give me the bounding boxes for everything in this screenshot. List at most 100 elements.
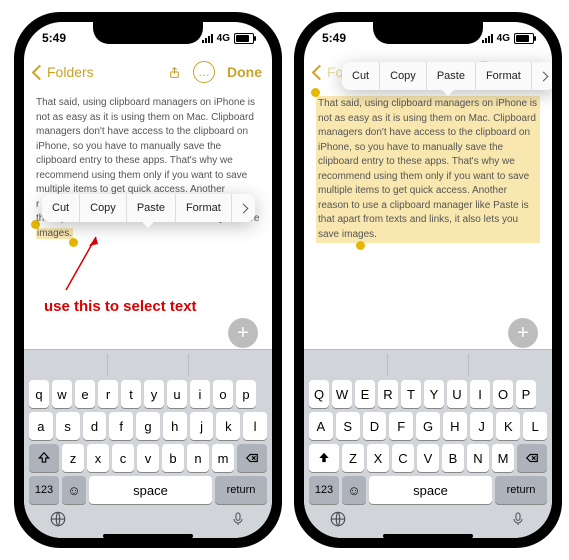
- numbers-key[interactable]: 123: [29, 476, 59, 504]
- globe-icon[interactable]: [327, 508, 349, 530]
- space-key[interactable]: space: [369, 476, 492, 504]
- key-d[interactable]: d: [83, 412, 107, 440]
- return-key[interactable]: return: [215, 476, 267, 504]
- key-f[interactable]: f: [109, 412, 133, 440]
- text-selection[interactable]: That said, using clipboard managers on i…: [316, 96, 540, 243]
- share-button[interactable]: [168, 66, 181, 79]
- status-net: 4G: [217, 33, 230, 44]
- emoji-key[interactable]: ☺: [342, 476, 366, 504]
- menu-cut[interactable]: Cut: [42, 194, 80, 222]
- key-k[interactable]: k: [216, 412, 240, 440]
- key-e[interactable]: e: [75, 380, 95, 408]
- space-key[interactable]: space: [89, 476, 212, 504]
- key-o[interactable]: O: [493, 380, 513, 408]
- menu-copy[interactable]: Copy: [380, 62, 427, 90]
- key-r[interactable]: R: [378, 380, 398, 408]
- numbers-key[interactable]: 123: [309, 476, 339, 504]
- selection-handle-start[interactable]: [31, 220, 40, 229]
- menu-paste[interactable]: Paste: [427, 62, 476, 90]
- key-b[interactable]: b: [162, 444, 184, 472]
- menu-more[interactable]: [232, 194, 255, 222]
- emoji-key[interactable]: ☺: [62, 476, 86, 504]
- key-w[interactable]: w: [52, 380, 72, 408]
- key-s[interactable]: s: [56, 412, 80, 440]
- key-i[interactable]: i: [190, 380, 210, 408]
- menu-copy[interactable]: Copy: [80, 194, 127, 222]
- key-r[interactable]: r: [98, 380, 118, 408]
- key-h[interactable]: h: [163, 412, 187, 440]
- done-button[interactable]: Done: [227, 64, 262, 80]
- key-row-4: 123 ☺ space return: [307, 476, 549, 504]
- selection-handle-end[interactable]: [356, 241, 365, 250]
- key-a[interactable]: A: [309, 412, 333, 440]
- selection-handle-start[interactable]: [311, 88, 320, 97]
- key-f[interactable]: F: [389, 412, 413, 440]
- key-m[interactable]: M: [492, 444, 514, 472]
- screen-right: 5:49 4G Folders … Done Cut: [304, 22, 552, 538]
- key-j[interactable]: j: [190, 412, 214, 440]
- menu-more[interactable]: [532, 62, 552, 90]
- key-s[interactable]: S: [336, 412, 360, 440]
- menu-cut[interactable]: Cut: [342, 62, 380, 90]
- key-z[interactable]: Z: [342, 444, 364, 472]
- shift-key[interactable]: [29, 444, 59, 472]
- key-x[interactable]: X: [367, 444, 389, 472]
- key-x[interactable]: x: [87, 444, 109, 472]
- menu-format[interactable]: Format: [176, 194, 232, 222]
- key-w[interactable]: W: [332, 380, 352, 408]
- more-button[interactable]: …: [193, 61, 215, 83]
- key-q[interactable]: Q: [309, 380, 329, 408]
- backspace-key[interactable]: [517, 444, 547, 472]
- menu-paste[interactable]: Paste: [127, 194, 176, 222]
- backspace-key[interactable]: [237, 444, 267, 472]
- key-v[interactable]: V: [417, 444, 439, 472]
- key-z[interactable]: z: [62, 444, 84, 472]
- key-l[interactable]: l: [243, 412, 267, 440]
- key-d[interactable]: D: [363, 412, 387, 440]
- signal-icon: [202, 34, 213, 43]
- key-h[interactable]: H: [443, 412, 467, 440]
- key-q[interactable]: q: [29, 380, 49, 408]
- chevron-left-icon: [32, 64, 48, 80]
- key-i[interactable]: I: [470, 380, 490, 408]
- key-y[interactable]: y: [144, 380, 164, 408]
- key-e[interactable]: E: [355, 380, 375, 408]
- notch: [93, 22, 203, 44]
- key-n[interactable]: n: [187, 444, 209, 472]
- key-j[interactable]: J: [470, 412, 494, 440]
- shift-key-active[interactable]: [309, 444, 339, 472]
- note-body[interactable]: That said, using clipboard managers on i…: [316, 96, 540, 243]
- key-p[interactable]: p: [236, 380, 256, 408]
- back-button[interactable]: Folders: [34, 64, 94, 80]
- suggestion-bar[interactable]: [307, 354, 549, 376]
- key-c[interactable]: C: [392, 444, 414, 472]
- add-button[interactable]: +: [228, 318, 258, 348]
- key-k[interactable]: K: [496, 412, 520, 440]
- key-t[interactable]: T: [401, 380, 421, 408]
- globe-icon[interactable]: [47, 508, 69, 530]
- key-o[interactable]: o: [213, 380, 233, 408]
- key-b[interactable]: B: [442, 444, 464, 472]
- keyboard: Q W E R T Y U I O P A S D F G H: [304, 349, 552, 538]
- key-g[interactable]: G: [416, 412, 440, 440]
- key-c[interactable]: c: [112, 444, 134, 472]
- add-button[interactable]: +: [508, 318, 538, 348]
- key-l[interactable]: L: [523, 412, 547, 440]
- key-t[interactable]: t: [121, 380, 141, 408]
- key-a[interactable]: a: [29, 412, 53, 440]
- return-key[interactable]: return: [495, 476, 547, 504]
- suggestion-bar[interactable]: [27, 354, 269, 376]
- key-y[interactable]: Y: [424, 380, 444, 408]
- key-u[interactable]: U: [447, 380, 467, 408]
- home-indicator[interactable]: [383, 534, 473, 538]
- key-u[interactable]: u: [167, 380, 187, 408]
- key-p[interactable]: P: [516, 380, 536, 408]
- key-n[interactable]: N: [467, 444, 489, 472]
- mic-icon[interactable]: [507, 508, 529, 530]
- key-m[interactable]: m: [212, 444, 234, 472]
- key-v[interactable]: v: [137, 444, 159, 472]
- home-indicator[interactable]: [103, 534, 193, 538]
- key-g[interactable]: g: [136, 412, 160, 440]
- mic-icon[interactable]: [227, 508, 249, 530]
- menu-format[interactable]: Format: [476, 62, 532, 90]
